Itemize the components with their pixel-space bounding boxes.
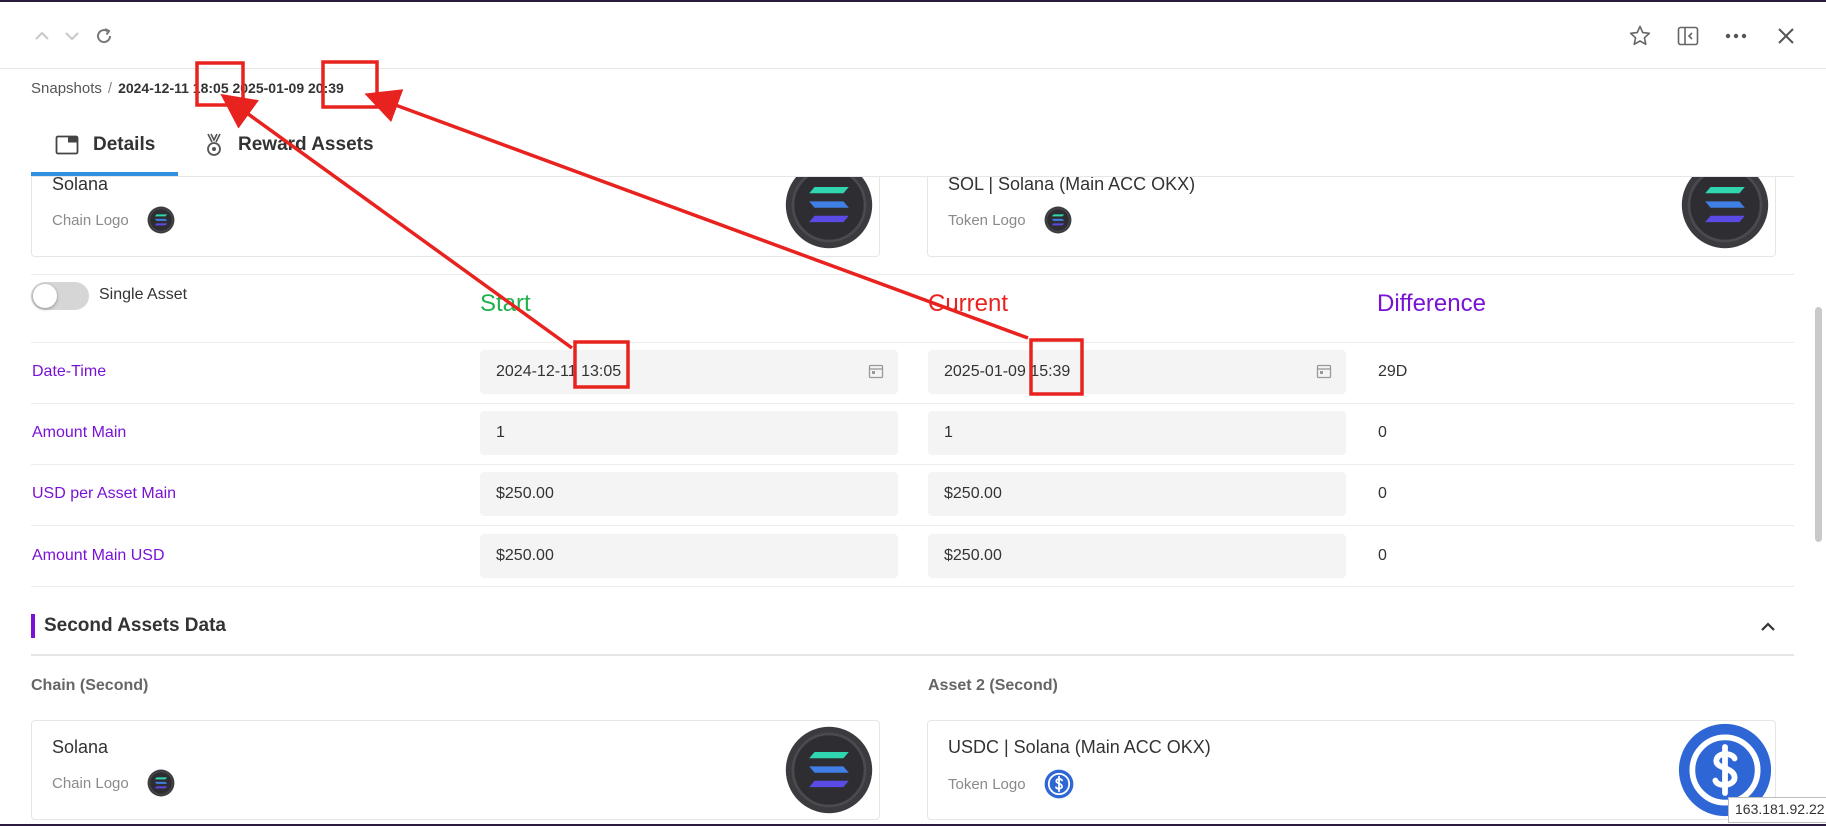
start-datetime-value: 2024-12-11 13:05: [496, 363, 622, 380]
current-amount-main-usd-input[interactable]: $250.00: [928, 534, 1346, 578]
solana-big-logo: [784, 725, 874, 815]
asset2-second-card[interactable]: USDC | Solana (Main ACC OKX) Token Logo: [927, 720, 1776, 820]
current-amount-main-usd-value: $250.00: [944, 547, 1002, 564]
tab-details[interactable]: Details: [31, 116, 178, 176]
chain-second-caption: Chain (Second): [31, 677, 149, 694]
row-label-date-time: Date-Time: [32, 363, 107, 380]
usdc-small-logo: [1044, 769, 1074, 799]
difference-amount-main: 0: [1378, 424, 1387, 441]
start-amount-main-value: 1: [496, 424, 505, 441]
divider: [31, 274, 1794, 275]
chain-second-logo-row: Chain Logo: [52, 769, 175, 797]
row-label-amount-main-usd: Amount Main USD: [32, 547, 165, 564]
token-logo-label: Token Logo: [948, 211, 1026, 229]
chevron-up-icon[interactable]: [1758, 617, 1778, 637]
column-start: Start: [480, 290, 531, 317]
current-usd-per-asset-input[interactable]: $250.00: [928, 472, 1346, 516]
chain-second-logo-label: Chain Logo: [52, 774, 129, 792]
current-datetime-value: 2025-01-09 15:39: [944, 363, 1071, 380]
row-label-amount-main: Amount Main: [32, 424, 127, 441]
window-icon: [55, 135, 79, 155]
divider: [31, 342, 1794, 343]
divider: [31, 586, 1794, 587]
single-asset-toggle[interactable]: [31, 282, 89, 310]
solana-big-logo: [784, 177, 874, 250]
vertical-scrollbar[interactable]: [1815, 307, 1822, 542]
asset2-second-title: USDC | Solana (Main ACC OKX): [948, 737, 1211, 757]
breadcrumb-current: 2024-12-11 18:05 2025-01-09 20:39: [118, 80, 344, 96]
asset2-second-logo-label: Token Logo: [948, 775, 1026, 793]
start-amount-main-usd-value: $250.00: [496, 547, 554, 564]
start-amount-main-usd-input[interactable]: $250.00: [480, 534, 898, 578]
start-amount-main-input[interactable]: 1: [480, 411, 898, 455]
solana-small-logo: [1044, 206, 1072, 234]
section-title-second-assets: Second Assets Data: [44, 615, 226, 636]
breadcrumb: Snapshots / 2024-12-11 18:05 2025-01-09 20…: [31, 80, 344, 97]
difference-amount-main-usd: 0: [1378, 547, 1387, 564]
star-icon[interactable]: [1626, 22, 1654, 50]
difference-date-time: 29D: [1378, 363, 1408, 380]
refresh-icon[interactable]: [90, 22, 118, 50]
window-toolbar: [0, 2, 1826, 69]
chain-title: Solana: [52, 177, 109, 194]
breadcrumb-root[interactable]: Snapshots: [31, 80, 102, 97]
column-current: Current: [928, 290, 1009, 317]
row-label-usd-per-asset: USD per Asset Main: [32, 485, 177, 502]
single-asset-label: Single Asset: [99, 286, 188, 303]
divider: [31, 403, 1794, 404]
tab-bar: Details Reward Assets: [31, 116, 1794, 177]
difference-usd-per-asset: 0: [1378, 485, 1387, 502]
chevron-down-icon[interactable]: [58, 22, 86, 50]
current-datetime-input[interactable]: 2025-01-09 15:39: [928, 350, 1346, 394]
chevron-up-icon[interactable]: [28, 22, 56, 50]
solana-big-logo: [1680, 177, 1770, 250]
ip-tooltip: 163.181.92.22: [1728, 797, 1826, 823]
medal-icon: [204, 133, 224, 157]
token-card[interactable]: SOL | Solana (Main ACC OKX) Token Logo: [927, 177, 1776, 257]
chain-second-title: Solana: [52, 737, 109, 757]
asset2-second-logo-row: Token Logo: [948, 769, 1074, 799]
divider: [31, 525, 1794, 526]
chain-card[interactable]: Solana Chain Logo: [31, 177, 880, 257]
tab-reward-assets[interactable]: Reward Assets: [204, 116, 374, 174]
start-usd-per-asset-input[interactable]: $250.00: [480, 472, 898, 516]
token-logo-row: Token Logo: [948, 206, 1072, 234]
calendar-icon[interactable]: [868, 363, 884, 379]
section-accent-bar: [31, 614, 35, 638]
chain-second-card[interactable]: Solana Chain Logo: [31, 720, 880, 820]
details-content: Solana Chain Logo SOL | Solana (Main ACC…: [0, 177, 1826, 824]
chain-logo-label: Chain Logo: [52, 211, 129, 229]
current-amount-main-input[interactable]: 1: [928, 411, 1346, 455]
breadcrumb-separator: /: [107, 80, 113, 97]
sidebar-icon[interactable]: [1674, 22, 1702, 50]
divider: [31, 464, 1794, 465]
current-usd-per-asset-value: $250.00: [944, 485, 1002, 502]
tab-details-label: Details: [93, 134, 156, 155]
column-difference: Difference: [1377, 290, 1486, 317]
app-window: Snapshots / 2024-12-11 18:05 2025-01-09 20…: [0, 2, 1826, 824]
start-usd-per-asset-value: $250.00: [496, 485, 554, 502]
more-icon[interactable]: [1722, 22, 1750, 50]
tab-reward-assets-label: Reward Assets: [238, 134, 374, 155]
close-icon[interactable]: [1772, 22, 1800, 50]
calendar-icon[interactable]: [1316, 363, 1332, 379]
start-datetime-input[interactable]: 2024-12-11 13:05: [480, 350, 898, 394]
asset2-second-caption: Asset 2 (Second): [928, 677, 1058, 694]
solana-small-logo: [147, 206, 175, 234]
solana-small-logo: [147, 769, 175, 797]
token-title: SOL | Solana (Main ACC OKX): [948, 177, 1196, 194]
current-amount-main-value: 1: [944, 424, 953, 441]
chain-logo-row: Chain Logo: [52, 206, 175, 234]
section-divider: [31, 654, 1794, 656]
